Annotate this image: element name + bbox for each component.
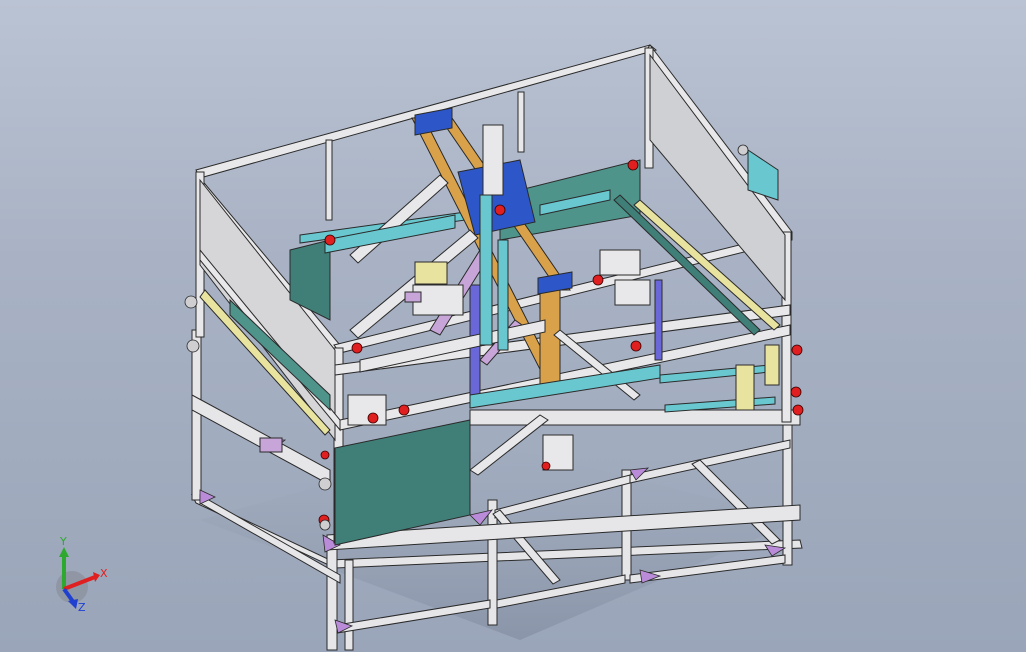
coordinate-triad: Y X Z	[56, 535, 108, 614]
x-axis-label: X	[100, 567, 108, 580]
z-axis-label: Z	[78, 601, 86, 614]
machine-3d-model[interactable]	[0, 0, 1026, 652]
cad-viewport[interactable]: Y X Z	[0, 0, 1026, 652]
y-axis-label: Y	[59, 535, 67, 548]
